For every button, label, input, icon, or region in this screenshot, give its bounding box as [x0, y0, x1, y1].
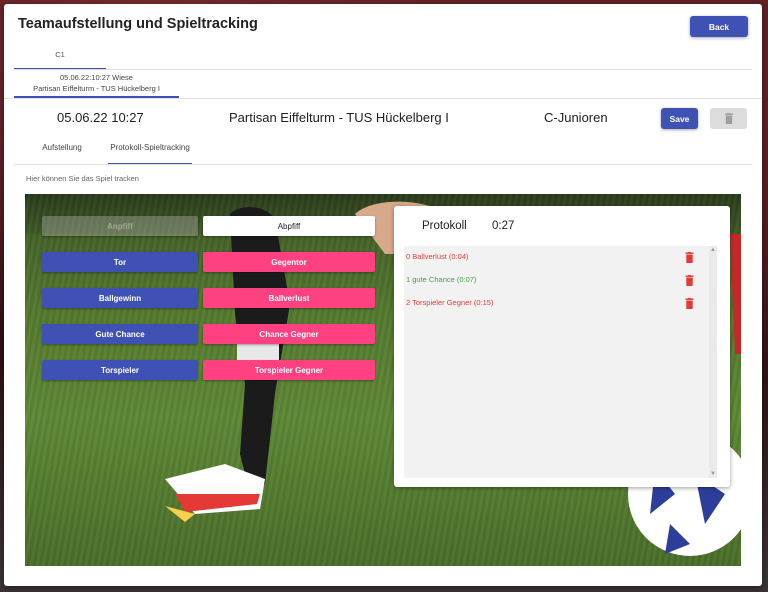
divider [14, 164, 752, 165]
team-tab-c1[interactable]: C1 [14, 48, 106, 70]
trash-icon [724, 113, 733, 124]
divider [4, 98, 762, 99]
scroll-down-icon[interactable]: ▼ [710, 471, 716, 477]
main-card: Teamaufstellung und Spieltracking Back C… [4, 4, 762, 586]
scrollbar[interactable]: ▲ ▼ [709, 246, 717, 478]
save-button[interactable]: Save [661, 108, 698, 129]
hint-text: Hier können Sie das Spiel tracken [26, 174, 139, 183]
trash-icon[interactable] [684, 298, 695, 309]
match-tab-line2: Partisan Eiffelturm - TUS Hückelberg I [33, 84, 160, 93]
kickoff-button: Anpfiff [42, 216, 198, 236]
match-tab[interactable]: 05.06.22:10:27 Wiese Partisan Eiffelturm… [14, 72, 179, 98]
end-game-button[interactable]: Abpfiff [203, 216, 375, 236]
chance-opponent-button[interactable]: Chance Gegner [203, 324, 375, 344]
protokoll-list: 0 Ballverlust (0:04) 1 gute Chance (0:07… [404, 246, 717, 478]
trash-icon[interactable] [684, 252, 695, 263]
page-title: Teamaufstellung und Spieltracking [18, 16, 258, 32]
ball-win-button[interactable]: Ballgewinn [42, 288, 198, 308]
tracking-field: Anpfiff Abpfiff Tor Gegentor Ballgewinn … [25, 194, 741, 566]
shot-opponent-button[interactable]: Torspieler Gegner [203, 360, 375, 380]
match-tab-line1: 05.06.22:10:27 Wiese [60, 73, 133, 82]
scroll-up-icon[interactable]: ▲ [710, 247, 716, 253]
tab-protokoll-spieltracking[interactable]: Protokoll-Spieltracking [108, 142, 192, 165]
protokoll-panel: Protokoll 0:27 0 Ballverlust (0:04) 1 gu… [394, 206, 730, 487]
goal-against-button[interactable]: Gegentor [203, 252, 375, 272]
tab-aufstellung[interactable]: Aufstellung [24, 142, 100, 163]
list-item: 2 Torspieler Gegner (0:15) [406, 298, 494, 307]
shot-button[interactable]: Torspieler [42, 360, 198, 380]
trash-icon[interactable] [684, 275, 695, 286]
goal-button[interactable]: Tor [42, 252, 198, 272]
list-item: 0 Ballverlust (0:04) [406, 252, 469, 261]
match-teams: Partisan Eiffelturm - TUS Hückelberg I [229, 110, 449, 125]
match-date: 05.06.22 10:27 [57, 110, 144, 125]
list-item: 1 gute Chance (0:07) [406, 275, 477, 284]
back-button[interactable]: Back [690, 16, 748, 37]
game-timer: 0:27 [492, 220, 515, 232]
good-chance-button[interactable]: Gute Chance [42, 324, 198, 344]
divider [14, 69, 752, 70]
delete-match-button[interactable] [710, 108, 747, 129]
protokoll-title: Protokoll [422, 220, 467, 232]
ball-loss-button[interactable]: Ballverlust [203, 288, 375, 308]
match-class: C-Junioren [544, 110, 608, 125]
